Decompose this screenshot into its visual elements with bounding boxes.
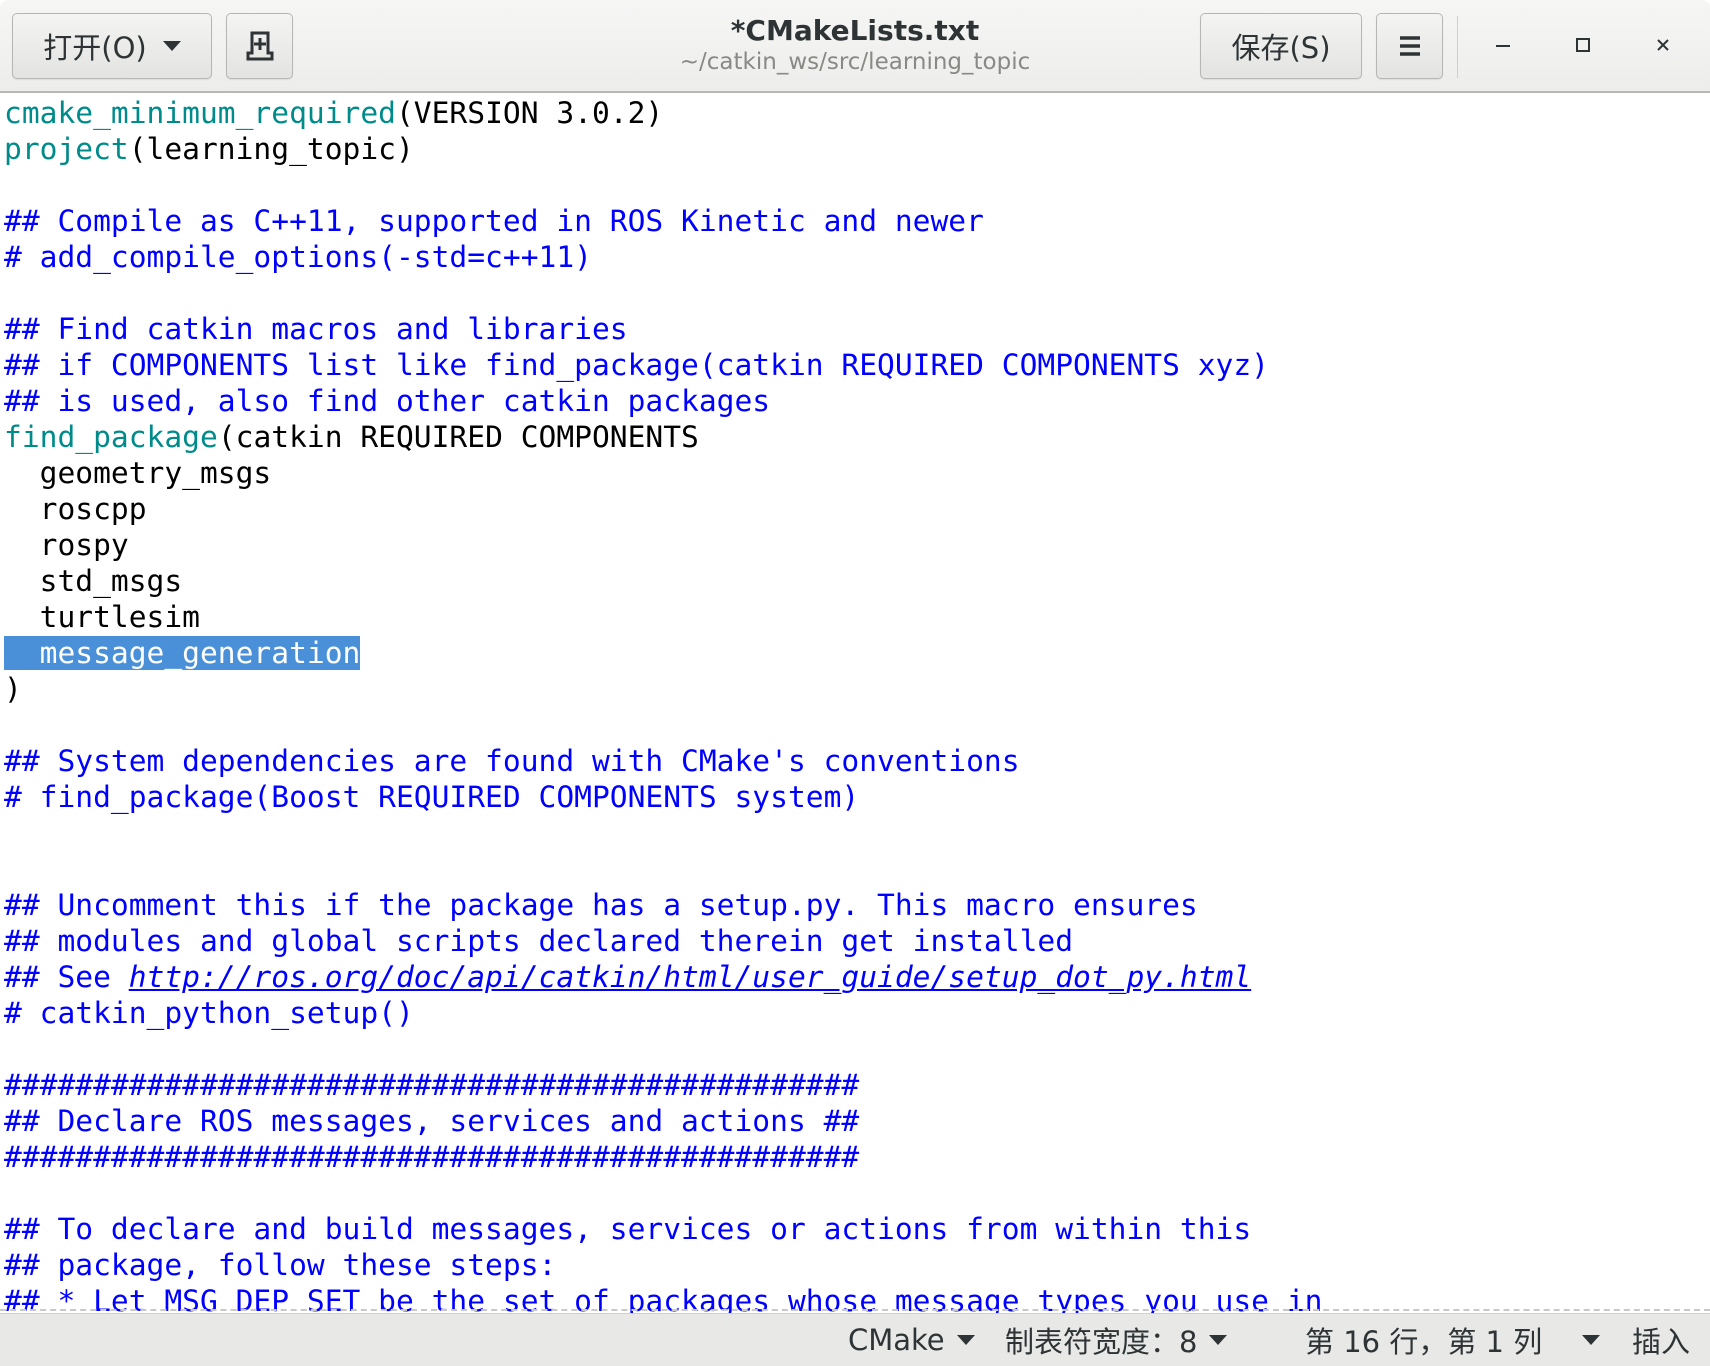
cursor-position-label: 第 16 行，第 1 列 (1305, 1325, 1543, 1359)
code-token: ## Compile as C++11, supported in ROS Ki… (4, 204, 984, 238)
close-icon (1657, 39, 1669, 51)
code-token: # add_compile_options(-std=c++11) (4, 240, 592, 274)
code-token: ## modules and global scripts declared t… (4, 924, 1074, 958)
close-button[interactable] (1638, 22, 1688, 68)
code-token: (VERSION 3.0.2) (395, 96, 664, 130)
file-path: ~/catkin_ws/src/learning_topic (679, 49, 1031, 75)
code-line: rospy (4, 527, 129, 563)
code-token: ## is used, also find other catkin packa… (4, 384, 771, 418)
code-line: ## System dependencies are found with CM… (4, 743, 1020, 779)
insert-mode-label: 插入 (1632, 1325, 1691, 1359)
code-token: project (4, 132, 129, 166)
code-line: roscpp (4, 491, 147, 527)
code-line: project(learning_topic) (4, 131, 414, 167)
chevron-down-icon (956, 1335, 975, 1345)
code-line: std_msgs (4, 563, 183, 599)
code-line: ## Declare ROS messages, services and ac… (4, 1103, 859, 1139)
code-line: ## if COMPONENTS list like find_package(… (4, 347, 1269, 383)
maximize-button[interactable] (1558, 22, 1608, 68)
hamburger-icon (1399, 36, 1420, 56)
code-token: # catkin_python_setup() (4, 996, 414, 1030)
code-token: ## if COMPONENTS list like find_package(… (4, 348, 1270, 382)
menu-button[interactable] (1376, 13, 1443, 79)
selected-text: message_generation (4, 636, 361, 670)
header-separator (1457, 16, 1458, 78)
code-line: ) (4, 671, 22, 707)
insert-mode: 插入 (1632, 1322, 1691, 1359)
cursor-position-selector[interactable]: 第 16 行，第 1 列 (1305, 1322, 1601, 1359)
language-selector[interactable]: CMake (848, 1322, 975, 1358)
tab-width-label: 制表符宽度：8 (1005, 1325, 1198, 1359)
code-token: ## Uncomment this if the package has a s… (4, 888, 1198, 922)
minimize-icon (1496, 45, 1510, 47)
code-token: std_msgs (4, 564, 183, 598)
code-token: (learning_topic) (128, 132, 414, 166)
code-line: message_generation (4, 635, 361, 671)
code-token: ## Declare ROS messages, services and ac… (4, 1104, 860, 1138)
code-line: turtlesim (4, 599, 200, 635)
code-token: geometry_msgs (4, 456, 272, 490)
code-token: ########################################… (4, 1068, 860, 1102)
code-line: # catkin_python_setup() (4, 995, 414, 1031)
code-line: ## See http://ros.org/doc/api/catkin/htm… (4, 959, 1251, 995)
code-line: geometry_msgs (4, 455, 272, 491)
code-line: ## is used, also find other catkin packa… (4, 383, 770, 419)
code-token: rospy (4, 528, 129, 562)
code-token: cmake_minimum_required (4, 96, 396, 130)
code-line: ## Uncomment this if the package has a s… (4, 887, 1198, 923)
chevron-down-icon (1582, 1335, 1601, 1345)
code-line: ########################################… (4, 1067, 859, 1103)
code-token: ## System dependencies are found with CM… (4, 744, 1020, 778)
minimize-button[interactable] (1478, 22, 1528, 68)
code-token: find_package (4, 420, 218, 454)
code-line: # add_compile_options(-std=c++11) (4, 239, 592, 275)
code-token: ## package, follow these steps: (4, 1248, 557, 1282)
code-token: (catkin REQUIRED COMPONENTS (217, 420, 699, 454)
tab-width-selector[interactable]: 制表符宽度：8 (1005, 1322, 1228, 1359)
code-token: turtlesim (4, 600, 200, 634)
code-line: ## modules and global scripts declared t… (4, 923, 1073, 959)
code-token: ########################################… (4, 1140, 860, 1174)
code-line: ########################################… (4, 1139, 859, 1175)
code-token: ## Find catkin macros and libraries (4, 312, 628, 346)
code-line: ## To declare and build messages, servic… (4, 1211, 1251, 1247)
text-editor[interactable]: cmake_minimum_required(VERSION 3.0.2) pro… (0, 95, 1710, 1313)
link[interactable]: http://ros.org/doc/api/catkin/html/user_… (129, 960, 1251, 994)
save-button[interactable]: 保存(S) (1200, 13, 1362, 79)
status-bar: CMake 制表符宽度：8 第 16 行，第 1 列 插入 (0, 1313, 1710, 1366)
chevron-down-icon (1209, 1335, 1228, 1345)
window-title: *CMakeLists.txt (730, 14, 980, 47)
code-line: find_package(catkin REQUIRED COMPONENTS (4, 419, 699, 455)
code-line: ## Find catkin macros and libraries (4, 311, 628, 347)
code-line: ## package, follow these steps: (4, 1247, 556, 1283)
code-line: # find_package(Boost REQUIRED COMPONENTS… (4, 779, 859, 815)
save-label: 保存(S) (1231, 31, 1331, 65)
code-token: # find_package(Boost REQUIRED COMPONENTS… (4, 780, 860, 814)
language-label: CMake (848, 1323, 945, 1357)
code-token: ## To declare and build messages, servic… (4, 1212, 1252, 1246)
code-line: ## Compile as C++11, supported in ROS Ki… (4, 203, 984, 239)
editor-bottom-border (0, 1309, 1710, 1311)
code-token: roscpp (4, 492, 147, 526)
code-token: ## See (4, 960, 129, 994)
code-line: cmake_minimum_required(VERSION 3.0.2) (4, 95, 663, 131)
maximize-icon (1576, 38, 1590, 52)
code-token: ) (4, 672, 22, 706)
header-bar: 打开(O) *CMakeLists.txt ~/catkin_ws/src/le… (0, 0, 1710, 93)
